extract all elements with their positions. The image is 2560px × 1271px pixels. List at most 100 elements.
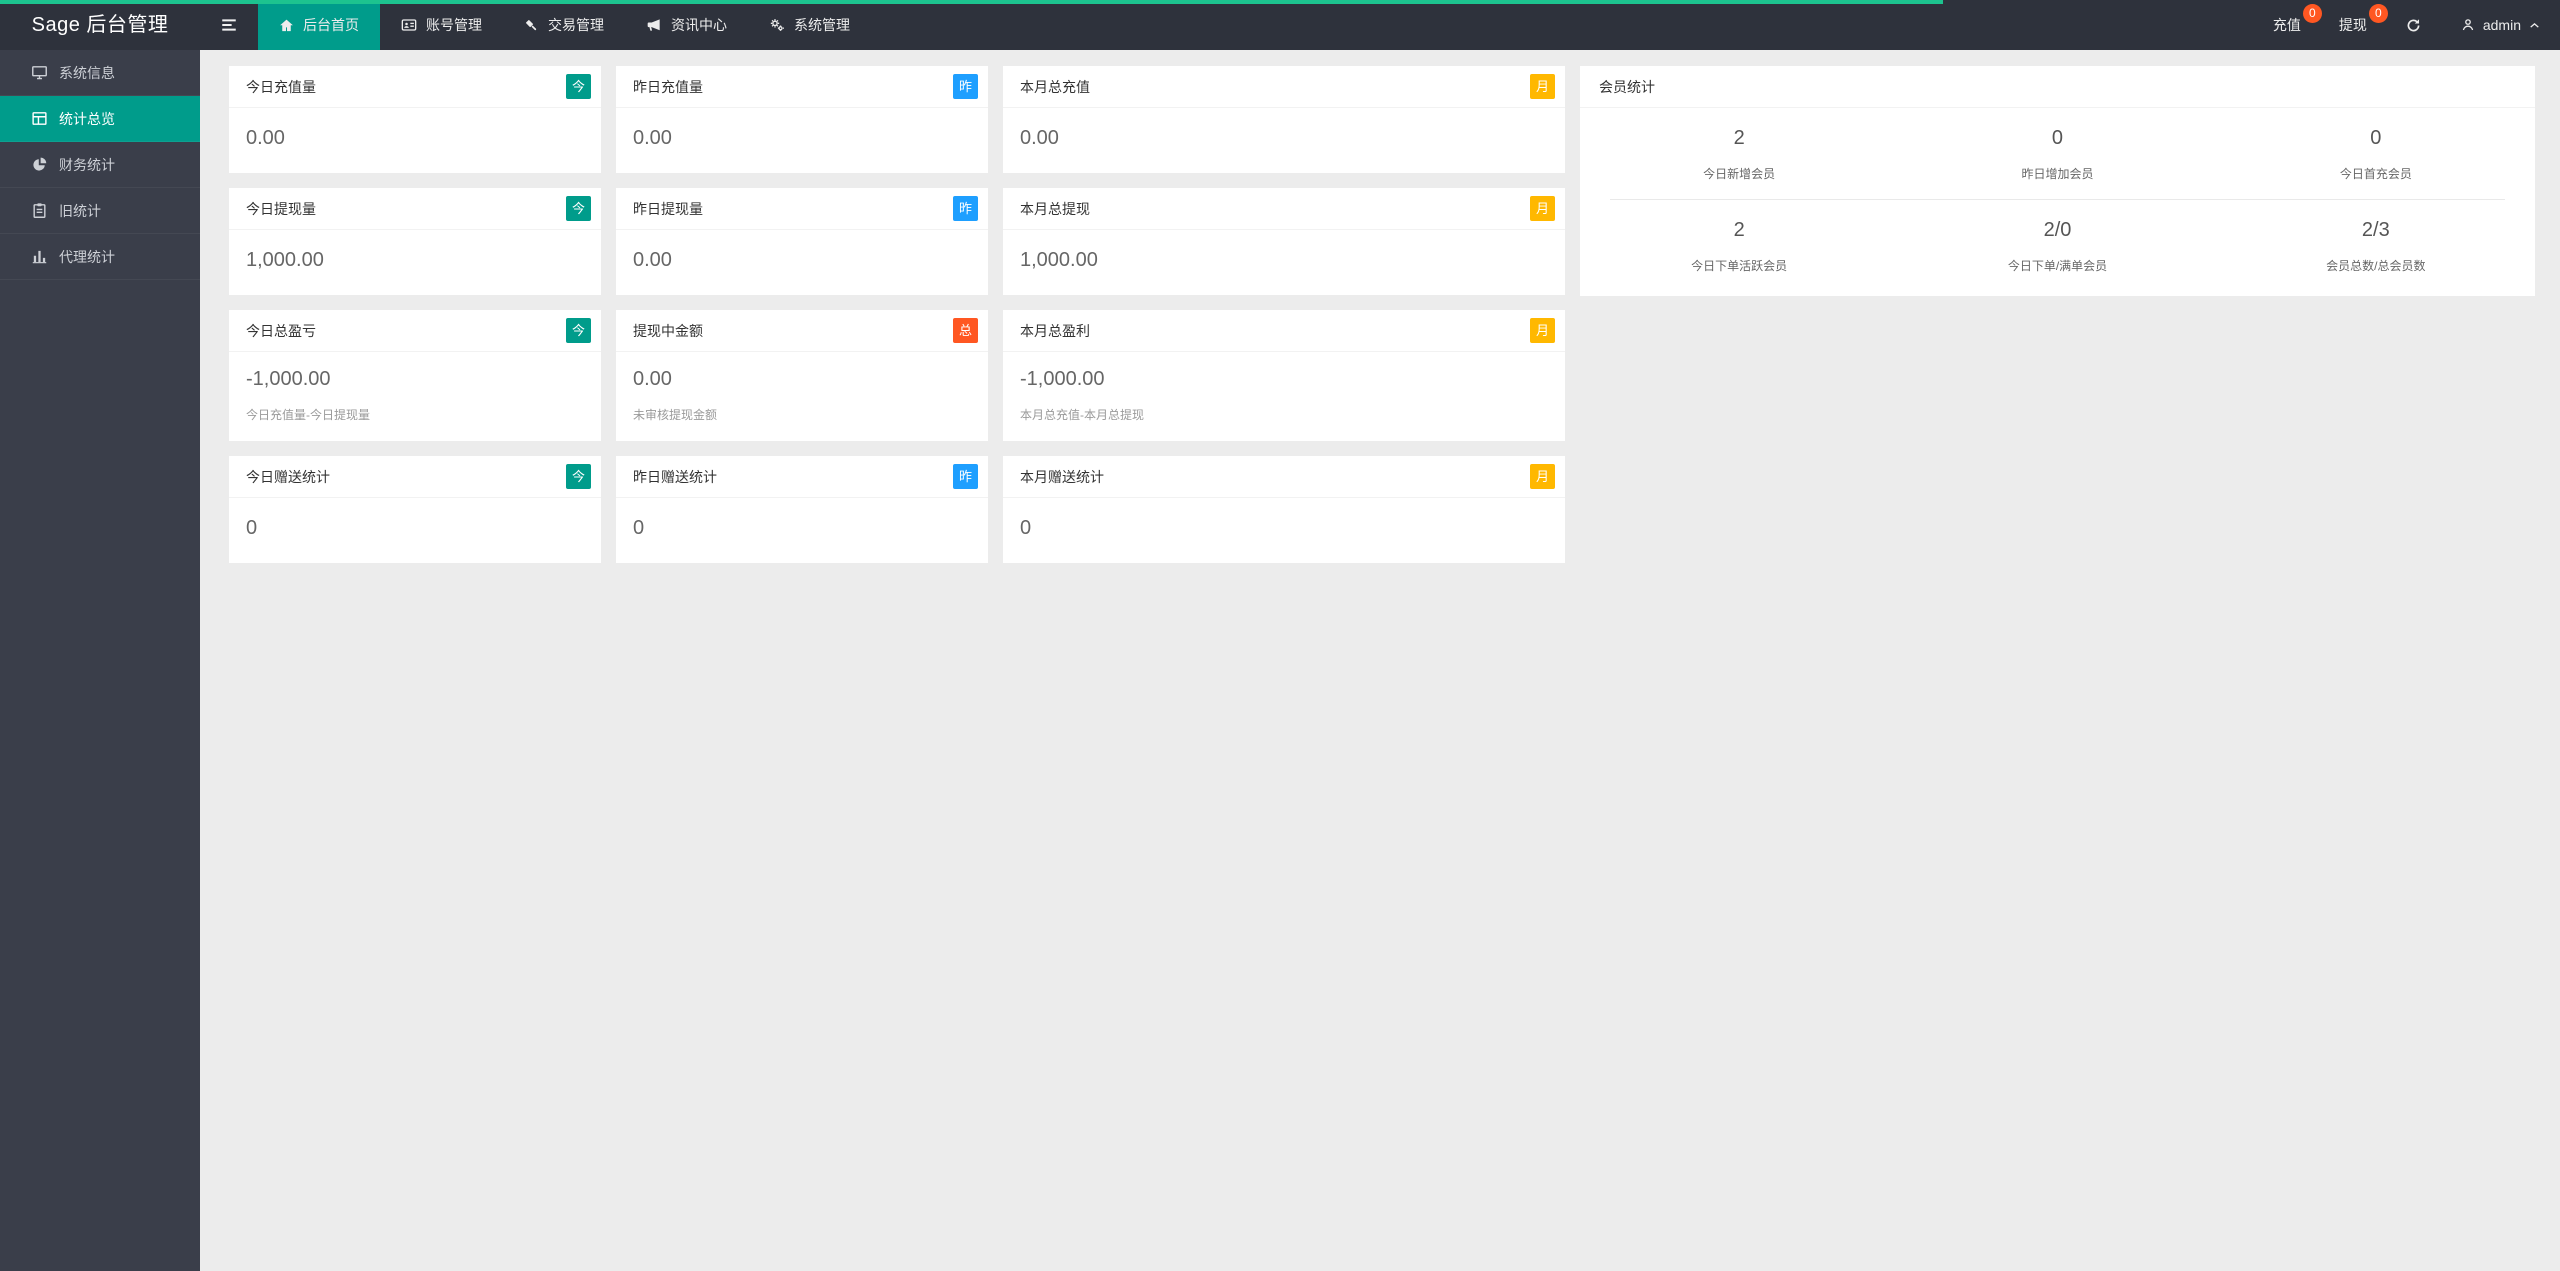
stat-card-yesterday-deposit: 昨日充值量 昨 0.00: [616, 66, 988, 173]
card-badge: 昨: [953, 74, 978, 99]
card-badge: 今: [566, 196, 591, 221]
stat-card-yesterday-withdraw: 昨日提现量 昨 0.00: [616, 188, 988, 295]
card-value: 0.00: [246, 127, 285, 149]
sidebar-item-system-info[interactable]: 系统信息: [0, 50, 200, 96]
stat-card-today-profit-loss: 今日总盈亏 今 -1,000.00 今日充值量-今日提现量: [229, 310, 601, 441]
nav-label: 资讯中心: [671, 17, 727, 33]
sidebar-item-finance-stats[interactable]: 财务统计: [0, 142, 200, 188]
sidebar-item-stats-overview[interactable]: 统计总览: [0, 96, 200, 142]
stat-card-month-withdraw: 本月总提现 月 1,000.00: [1003, 188, 1565, 295]
card-badge: 昨: [953, 464, 978, 489]
card-title: 今日赠送统计: [246, 469, 330, 485]
nav-label: 交易管理: [548, 17, 604, 33]
stat-today-new-members: 2 今日新增会员: [1580, 127, 1898, 182]
loading-progress-bar: [0, 0, 1944, 4]
stat-yesterday-new-members: 0 昨日增加会员: [1898, 127, 2216, 182]
card-title: 本月总盈利: [1020, 323, 1090, 339]
card-title: 本月总充值: [1020, 79, 1090, 95]
card-value: 0: [633, 517, 645, 539]
card-value: -1,000.00: [246, 368, 331, 390]
stat-label: 今日首充会员: [2339, 167, 2412, 181]
sidebar-item-old-stats[interactable]: 旧统计: [0, 188, 200, 234]
card-title: 提现中金额: [633, 323, 703, 339]
stat-card-yesterday-gift: 昨日赠送统计 昨 0: [616, 456, 988, 563]
stat-card-month-deposit: 本月总充值 月 0.00: [1003, 66, 1565, 173]
stat-value: 2/3: [2361, 219, 2390, 241]
member-stats-panel: 会员统计 2 今日新增会员 0 昨日增加会员 0 今日首充会员 2 今日下单活跃…: [1580, 66, 2535, 296]
recharge-label: 充值: [2272, 17, 2301, 33]
tab-system-management[interactable]: 系统管理: [748, 0, 871, 50]
card-badge: 总: [953, 318, 978, 343]
card-badge: 月: [1530, 74, 1555, 99]
card-title: 今日总盈亏: [246, 323, 316, 339]
sidebar-toggle-button[interactable]: [200, 0, 258, 50]
sidebar: 系统信息 统计总览 财务统计 旧统计 代理统计: [0, 50, 200, 1271]
stat-label: 今日新增会员: [1703, 167, 1776, 181]
card-badge: 今: [566, 74, 591, 99]
pie-chart-icon: [31, 156, 48, 173]
card-title: 本月赠送统计: [1020, 469, 1104, 485]
sidebar-item-label: 代理统计: [59, 248, 115, 265]
stat-today-order-full-members: 2/0 今日下单/满单会员: [1898, 219, 2216, 274]
panel-title: 会员统计: [1580, 66, 2535, 108]
chevron-up-icon: [2528, 19, 2541, 32]
card-badge: 月: [1530, 318, 1555, 343]
stat-value: 2/0: [2043, 219, 2072, 241]
layout-grid-icon: [31, 110, 48, 127]
sidebar-item-agent-stats[interactable]: 代理统计: [0, 234, 200, 280]
username: admin: [2482, 17, 2521, 33]
id-card-icon: [401, 17, 417, 33]
card-badge: 月: [1530, 464, 1555, 489]
stat-card-pending-withdraw: 提现中金额 总 0.00 未审核提现金额: [616, 310, 988, 441]
stat-value: 0: [2370, 127, 2382, 149]
refresh-icon: [2405, 17, 2422, 34]
nav-label: 账号管理: [426, 17, 482, 33]
nav-label: 系统管理: [794, 17, 850, 33]
card-title: 昨日提现量: [633, 201, 703, 217]
withdraw-button[interactable]: 提现 0: [2320, 0, 2388, 50]
home-icon: [279, 18, 294, 33]
stat-value: 0: [2051, 127, 2064, 149]
refresh-button[interactable]: [2386, 0, 2441, 50]
recharge-button[interactable]: 充值 0: [2254, 0, 2322, 50]
stat-value: 2: [1733, 219, 1745, 241]
stat-today-first-deposit-members: 0 今日首充会员: [2217, 127, 2535, 182]
nav-label: 后台首页: [303, 17, 359, 33]
stat-label: 今日下单/满单会员: [2007, 259, 2108, 273]
card-badge: 月: [1530, 196, 1555, 221]
card-value: 1,000.00: [1020, 249, 1098, 271]
tab-account-management[interactable]: 账号管理: [380, 0, 503, 50]
card-note: 今日充值量-今日提现量: [246, 408, 370, 422]
bullhorn-icon: [646, 17, 662, 33]
card-title: 今日提现量: [246, 201, 316, 217]
card-value: 1,000.00: [246, 249, 324, 271]
card-badge: 今: [566, 318, 591, 343]
card-value: 0.00: [633, 249, 672, 271]
card-title: 今日充值量: [246, 79, 316, 95]
withdraw-label: 提现: [2338, 17, 2367, 33]
tab-news-center[interactable]: 资讯中心: [625, 0, 748, 50]
card-value: 0.00: [1020, 127, 1059, 149]
sidebar-item-label: 系统信息: [59, 64, 115, 81]
card-value: 0: [1020, 517, 1032, 539]
top-navbar: Sage 后台管理 后台首页 账号管理 交易管理 资讯中心 系统管理 充值 0 …: [0, 0, 2560, 50]
clipboard-icon: [31, 202, 48, 219]
stat-card-today-gift: 今日赠送统计 今 0: [229, 456, 601, 563]
hamburger-icon: [220, 16, 238, 34]
tab-dashboard-home[interactable]: 后台首页: [258, 0, 380, 50]
stat-total-members: 2/3 会员总数/总会员数: [2217, 219, 2535, 274]
stat-card-today-deposit: 今日充值量 今 0.00: [229, 66, 601, 173]
stat-label: 今日下单活跃会员: [1691, 259, 1788, 273]
stat-card-month-gift: 本月赠送统计 月 0: [1003, 456, 1565, 563]
sidebar-item-label: 统计总览: [59, 110, 115, 127]
header-actions: 充值 0 提现 0 admin: [2254, 0, 2560, 50]
card-note: 本月总充值-本月总提现: [1020, 408, 1144, 422]
stat-card-today-withdraw: 今日提现量 今 1,000.00: [229, 188, 601, 295]
tab-trade-management[interactable]: 交易管理: [503, 0, 625, 50]
gavel-icon: [524, 18, 539, 33]
sidebar-item-label: 旧统计: [59, 202, 101, 219]
stat-value: 2: [1733, 127, 1745, 149]
user-menu[interactable]: admin: [2441, 0, 2560, 50]
card-title: 昨日充值量: [633, 79, 703, 95]
main-nav: 后台首页 账号管理 交易管理 资讯中心 系统管理: [258, 0, 871, 50]
